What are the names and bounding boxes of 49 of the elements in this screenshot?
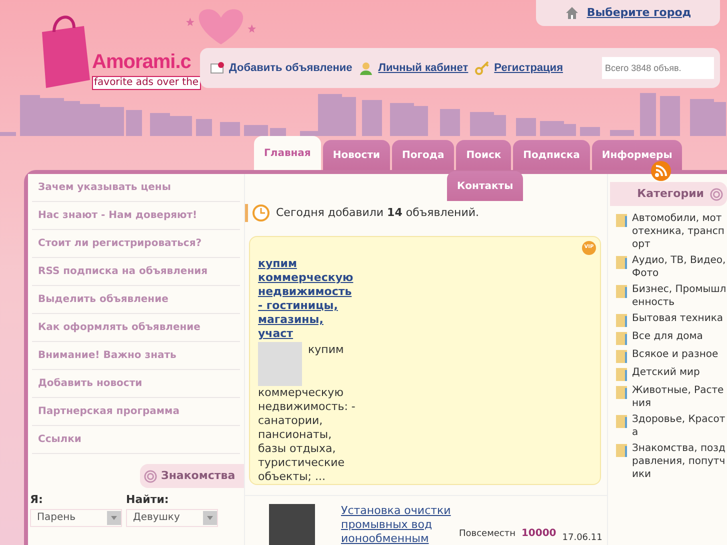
section-title: Знакомства [161, 468, 236, 484]
key-icon [475, 61, 490, 75]
city-link[interactable]: Выберите город [586, 4, 692, 22]
folder-icon [616, 313, 628, 327]
user-icon [359, 61, 374, 75]
category-link[interactable]: Автомобили, мототехника, транспорт [632, 212, 727, 251]
ad-text: купим [308, 342, 344, 358]
header-link[interactable]: Личный кабинет [378, 60, 468, 76]
header-link[interactable]: Добавить объявление [229, 60, 352, 76]
category-link[interactable]: Здоровье, Красота [632, 413, 727, 439]
clock-icon [252, 204, 270, 222]
target-icon [710, 188, 723, 200]
folder-icon [616, 349, 628, 363]
category-link[interactable]: Животные, Растения [632, 384, 727, 410]
category-link[interactable]: Детский мир [632, 366, 700, 381]
listing-location: Повсеместн [459, 528, 516, 541]
target-icon [144, 470, 157, 482]
ad-description: коммерческую недвижимость: - санатории, пансионаты, базы отдыха, туристические объекты; ... [258, 386, 356, 484]
folder-icon [616, 414, 628, 428]
notice-text: Сегодня добавили 14 объявлений. [276, 204, 480, 221]
select-field[interactable]: Парень [30, 508, 122, 526]
category-link[interactable]: Бытовая техника [632, 312, 724, 327]
category-link[interactable]: Всякое и разное [632, 348, 718, 363]
header-link[interactable]: Регистрация [494, 60, 563, 76]
ad-title-link[interactable]: купим коммерческую недвижимость - гостиницы, магазины, участ [258, 257, 358, 341]
folder-icon [616, 284, 628, 298]
field-label: Я: [30, 492, 44, 508]
folder-icon [616, 385, 628, 399]
category-link[interactable]: Все для дома [632, 330, 703, 345]
folder-icon [616, 443, 628, 457]
logo-tagline: favorite ads over the [92, 76, 201, 90]
folder-icon [616, 367, 628, 381]
folder-icon [616, 331, 628, 345]
listing-price: 10000 [521, 527, 556, 541]
photo-placeholder [258, 342, 302, 386]
folder-icon [616, 255, 628, 269]
search-field[interactable]: Всего 3848 объяв. [602, 57, 714, 79]
folder-icon [616, 213, 628, 227]
house-icon [564, 6, 579, 20]
category-link[interactable]: Знакомства, поздравления, попутчики [632, 442, 727, 481]
nav-tab[interactable]: Главная [254, 136, 321, 170]
envelope-icon [210, 61, 224, 75]
listing-title-link[interactable]: Установка очистки промывных вод ионообменным [341, 504, 453, 545]
category-link[interactable]: Бизнес, Промышленность [632, 283, 727, 309]
listing-date: 17.06.11 [562, 532, 602, 545]
category-link[interactable]: Аудио, ТВ, Видео, Фото [632, 254, 727, 280]
select-field[interactable]: Девушку [126, 508, 218, 526]
section-title: Категории [637, 186, 704, 202]
field-label: Найти: [126, 492, 170, 508]
